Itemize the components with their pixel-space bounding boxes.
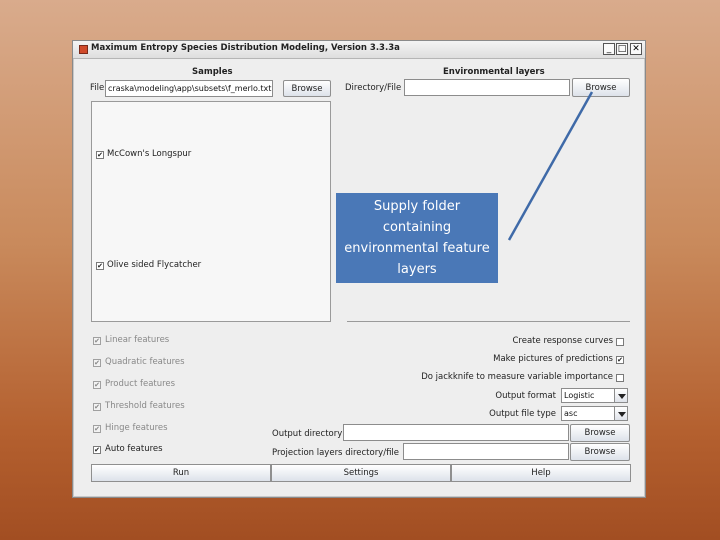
annotation-pointer-line bbox=[507, 91, 594, 241]
pointer-line bbox=[507, 91, 594, 241]
